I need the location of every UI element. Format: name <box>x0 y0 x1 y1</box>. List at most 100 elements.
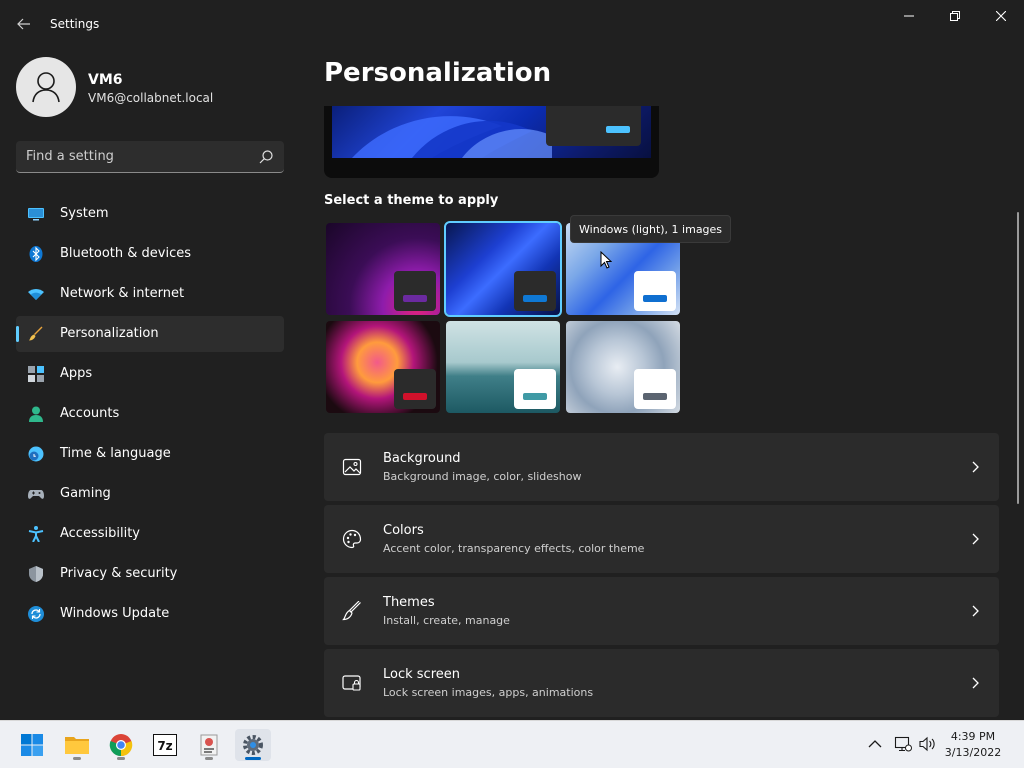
taskbar-indicator <box>73 757 81 760</box>
close-icon <box>996 11 1006 21</box>
theme-tile-glow[interactable] <box>326 223 440 315</box>
card-background[interactable]: Background Background image, color, slid… <box>324 433 999 501</box>
taskbar-7zip[interactable]: 7z <box>147 729 183 761</box>
minimize-button[interactable] <box>886 0 932 32</box>
accessibility-icon <box>28 526 44 542</box>
person-icon <box>32 72 60 103</box>
svg-text:7z: 7z <box>157 739 172 753</box>
chevron-right-icon <box>972 533 979 545</box>
card-lock-screen[interactable]: Lock screen Lock screen images, apps, an… <box>324 649 999 717</box>
theme-mini-window <box>514 369 556 409</box>
sidebar-item-label: Time & language <box>60 446 171 461</box>
sidebar-nav: System Bluetooth & devices Network & int… <box>16 196 284 636</box>
apps-icon <box>28 366 44 382</box>
sidebar-item-accessibility[interactable]: Accessibility <box>16 516 284 552</box>
tray-overflow-button[interactable] <box>864 733 886 755</box>
brush-icon <box>342 601 361 621</box>
sidebar-item-label: Accessibility <box>60 526 140 541</box>
back-button[interactable] <box>12 12 36 36</box>
theme-mini-window <box>394 271 436 311</box>
sidebar-item-system[interactable]: System <box>16 196 284 232</box>
sidebar-item-accounts[interactable]: Accounts <box>16 396 284 432</box>
sidebar-item-label: Network & internet <box>60 286 185 301</box>
theme-tile-windows-dark[interactable] <box>444 221 562 317</box>
theme-accent-bar <box>403 393 427 400</box>
user-name: VM6 <box>88 72 123 88</box>
card-description: Lock screen images, apps, animations <box>383 686 594 699</box>
title-bar: Settings <box>0 0 1024 48</box>
chevron-right-icon <box>972 677 979 689</box>
close-button[interactable] <box>978 0 1024 32</box>
sidebar-item-windows-update[interactable]: Windows Update <box>16 596 284 632</box>
card-title: Colors <box>383 523 424 538</box>
theme-tile-sunrise[interactable] <box>446 321 560 413</box>
taskbar-clock[interactable]: 4:39 PM 3/13/2022 <box>940 729 1006 761</box>
start-button[interactable] <box>14 729 50 761</box>
sidebar-item-label: System <box>60 206 109 221</box>
sidebar-item-personalization[interactable]: Personalization <box>16 316 284 352</box>
clock-date: 3/13/2022 <box>944 746 1002 759</box>
taskbar-indicator <box>245 757 261 760</box>
sidebar-item-label: Bluetooth & devices <box>60 246 191 261</box>
search-icon[interactable] <box>258 149 274 165</box>
taskbar-indicator <box>117 757 125 760</box>
taskbar: 7z 4:39 PM 3/13/2022 <box>0 720 1024 768</box>
theme-accent-bar <box>523 393 547 400</box>
card-description: Install, create, manage <box>383 614 510 627</box>
sidebar-item-label: Apps <box>60 366 93 381</box>
card-themes[interactable]: Themes Install, create, manage <box>324 577 999 645</box>
gamepad-icon <box>28 490 44 499</box>
sidebar-item-label: Privacy & security <box>60 566 178 581</box>
clock-time: 4:39 PM <box>950 730 996 743</box>
volume-icon <box>919 736 935 752</box>
theme-mini-window <box>634 369 676 409</box>
settings-gear-icon <box>243 735 263 755</box>
themes-section-label: Select a theme to apply <box>324 193 499 208</box>
card-title: Background <box>383 451 461 466</box>
minimize-icon <box>904 15 914 17</box>
wifi-icon <box>28 289 44 300</box>
search-box[interactable] <box>16 141 284 173</box>
theme-mini-window <box>634 271 676 311</box>
theme-tile-captured-motion[interactable] <box>326 321 440 413</box>
sidebar-item-apps[interactable]: Apps <box>16 356 284 392</box>
card-title: Themes <box>383 595 435 610</box>
chevron-up-icon <box>868 740 882 748</box>
card-colors[interactable]: Colors Accent color, transparency effect… <box>324 505 999 573</box>
restore-icon <box>950 11 960 21</box>
search-input[interactable] <box>26 141 256 172</box>
theme-tile-flow[interactable] <box>566 321 680 413</box>
tray-network-button[interactable] <box>892 733 914 755</box>
main-scrollbar[interactable] <box>1017 212 1019 504</box>
taskbar-file-explorer[interactable] <box>59 729 95 761</box>
chevron-right-icon <box>972 605 979 617</box>
theme-preview <box>324 106 659 178</box>
monitor-icon <box>28 208 44 221</box>
sidebar-item-time-language[interactable]: Time & language <box>16 436 284 472</box>
tray-volume-button[interactable] <box>917 733 939 755</box>
taskbar-chrome[interactable] <box>103 729 139 761</box>
shield-icon <box>29 566 43 582</box>
sidebar-item-bluetooth[interactable]: Bluetooth & devices <box>16 236 284 272</box>
sidebar-item-gaming[interactable]: Gaming <box>16 476 284 512</box>
brush-icon <box>29 326 43 341</box>
sidebar-item-label: Personalization <box>60 326 159 341</box>
theme-accent-bar <box>643 393 667 400</box>
taskbar-indicator <box>205 757 213 760</box>
user-email: VM6@collabnet.local <box>88 91 214 105</box>
theme-accent-bar <box>643 295 667 302</box>
restore-button[interactable] <box>932 0 978 32</box>
app-title: Settings <box>50 17 100 31</box>
sidebar-item-privacy[interactable]: Privacy & security <box>16 556 284 592</box>
mouse-cursor-icon <box>600 251 612 269</box>
theme-accent-bar <box>523 295 547 302</box>
theme-grid <box>324 220 684 414</box>
sidebar-item-network[interactable]: Network & internet <box>16 276 284 312</box>
image-icon <box>342 458 362 476</box>
card-description: Background image, color, slideshow <box>383 470 582 483</box>
avatar[interactable] <box>16 57 76 117</box>
theme-mini-window <box>514 271 556 311</box>
bluetooth-icon <box>29 246 43 262</box>
taskbar-settings[interactable] <box>235 729 271 761</box>
taskbar-installer[interactable] <box>191 729 227 761</box>
